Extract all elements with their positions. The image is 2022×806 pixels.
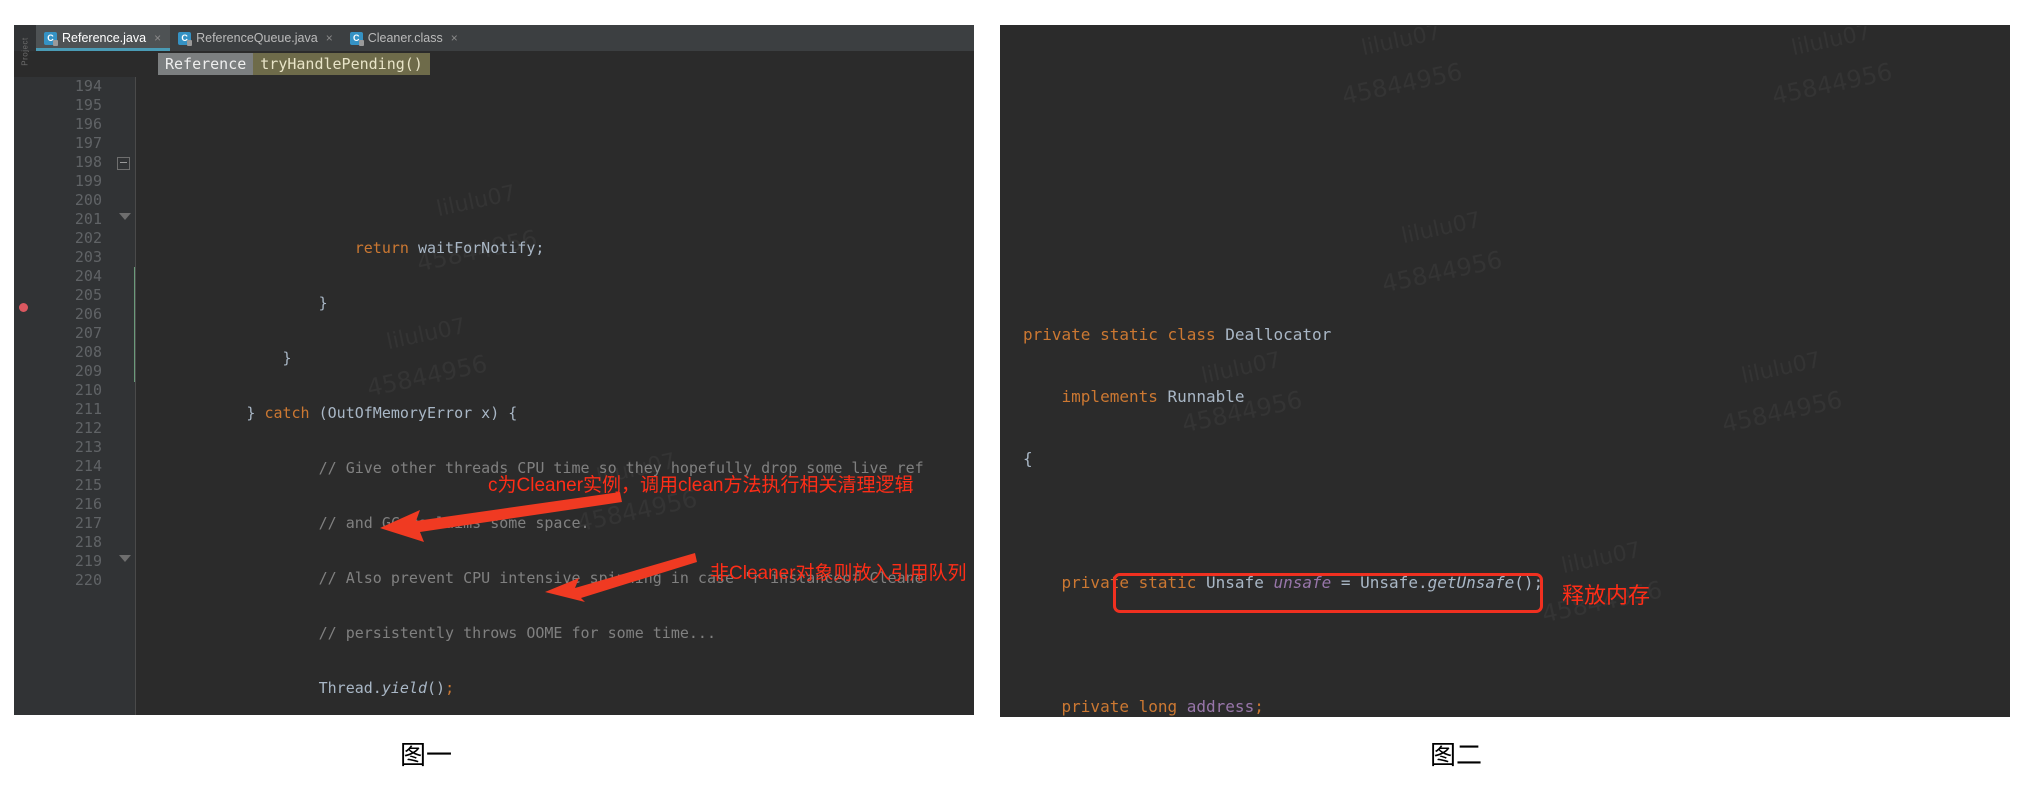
line-number-gutter: 194 195 196 197 198 199 200 201 202 203 … xyxy=(36,77,108,715)
breakpoint-icon[interactable] xyxy=(19,303,28,312)
line-number: 212 xyxy=(74,419,102,437)
watermark-user: lilulu07 xyxy=(1359,26,1443,61)
line-number: 195 xyxy=(74,96,102,114)
editor-tab-referencequeue-java[interactable]: C ReferenceQueue.java × xyxy=(170,25,342,51)
line-number: 199 xyxy=(74,172,102,190)
java-class-icon: C xyxy=(178,31,193,46)
watermark-id: 45844956 xyxy=(1769,58,1894,111)
line-number: 217 xyxy=(74,514,102,532)
code-line: private long address; xyxy=(1061,697,1264,716)
fold-collapse-icon[interactable] xyxy=(117,157,130,170)
line-number: 220 xyxy=(74,571,102,589)
code-line: // and GC reclaims some space. xyxy=(138,514,590,532)
free-memory-note: 释放内存 xyxy=(1562,583,1651,608)
watermark-user: lilulu07 xyxy=(434,181,518,222)
java-class-icon: C xyxy=(44,31,58,46)
watermark-user: lilulu07 xyxy=(1399,208,1483,249)
figure-one-editor-window: Project C Reference.java × C ReferenceQu… xyxy=(14,25,974,715)
screenshot-root: Project C Reference.java × C ReferenceQu… xyxy=(0,0,2022,806)
watermark-user: lilulu07 xyxy=(1739,348,1823,389)
editor-left-strip xyxy=(14,77,36,715)
line-number: 204 xyxy=(74,267,102,285)
line-number: 196 xyxy=(74,115,102,133)
watermark-id: 45844956 xyxy=(1379,246,1504,299)
editor-tabbar: Project C Reference.java × C ReferenceQu… xyxy=(14,25,974,66)
code-line: Thread.yield(); xyxy=(138,679,455,697)
editor-tab-cleaner-class[interactable]: C Cleaner.class × xyxy=(341,25,467,51)
figure-two-caption: 图二 xyxy=(1430,741,1483,771)
code-line: private static Unsafe unsafe = Unsafe.ge… xyxy=(1061,573,1544,592)
code-line: } catch (OutOfMemoryError x) { xyxy=(138,404,518,422)
watermark-user: lilulu07 xyxy=(1789,26,1873,61)
line-number: 213 xyxy=(74,438,102,456)
line-number: 205 xyxy=(74,286,102,304)
watermark-user: lilulu07 xyxy=(1199,348,1283,389)
code-editor-area[interactable]: 194 195 196 197 198 199 200 201 202 203 … xyxy=(14,77,974,715)
code-line: implements Runnable xyxy=(1061,387,1245,406)
watermark-id: 45844956 xyxy=(1339,58,1464,111)
code-text[interactable]: lilulu07 45844956 lilulu07 45844956 lilu… xyxy=(1001,26,2009,716)
line-number: 206 xyxy=(74,305,102,323)
line-number: 202 xyxy=(74,229,102,247)
breadcrumb: Reference tryHandlePending() xyxy=(14,51,974,77)
line-number: 194 xyxy=(74,77,102,95)
java-class-icon: C xyxy=(349,31,364,46)
editor-tab-reference-java[interactable]: C Reference.java × xyxy=(36,25,171,51)
code-line: { xyxy=(1023,449,1033,468)
line-number: 207 xyxy=(74,324,102,342)
line-number: 219 xyxy=(74,552,102,570)
code-line: } xyxy=(138,349,292,367)
line-number: 209 xyxy=(74,362,102,380)
project-tool-strip[interactable]: Project xyxy=(14,25,36,66)
editor-tab-label: Reference.java xyxy=(62,31,147,45)
line-number: 197 xyxy=(74,134,102,152)
line-number: 200 xyxy=(74,191,102,209)
code-text[interactable]: lilulu07 45844956 lilulu07 45844956 lilu… xyxy=(136,77,974,715)
fold-expand-icon[interactable] xyxy=(119,555,131,562)
code-line: // persistently throws OOME for some tim… xyxy=(138,624,716,642)
line-number: 203 xyxy=(74,248,102,266)
fold-expand-icon[interactable] xyxy=(119,213,131,220)
line-number: 211 xyxy=(74,400,102,418)
editor-tab-label: Cleaner.class xyxy=(367,31,443,45)
line-number: 198 xyxy=(74,153,102,171)
line-number: 214 xyxy=(74,457,102,475)
close-icon[interactable]: × xyxy=(451,31,458,45)
figure-one-caption: 图一 xyxy=(400,741,453,771)
code-line: return waitForNotify; xyxy=(354,239,545,257)
close-icon[interactable]: × xyxy=(154,31,161,45)
project-tool-label: Project xyxy=(20,37,30,66)
close-icon[interactable]: × xyxy=(326,31,333,45)
editor-tab-label: ReferenceQueue.java xyxy=(196,31,318,45)
line-number: 215 xyxy=(74,476,102,494)
line-number: 216 xyxy=(74,495,102,513)
figure-two-editor-window: lilulu07 45844956 lilulu07 45844956 lilu… xyxy=(1000,25,2010,717)
line-number: 218 xyxy=(74,533,102,551)
code-line: private static class Deallocator xyxy=(1023,325,1332,344)
breadcrumb-class[interactable]: Reference xyxy=(158,53,254,75)
code-folding-gutter[interactable] xyxy=(108,77,137,715)
reference-queue-note: 非Cleaner对象则放入引用队列 xyxy=(710,563,967,584)
line-number: 210 xyxy=(74,381,102,399)
line-number: 201 xyxy=(74,210,102,228)
code-line: } xyxy=(138,294,328,312)
line-number: 208 xyxy=(74,343,102,361)
breadcrumb-method[interactable]: tryHandlePending() xyxy=(253,53,430,75)
cleaner-instance-note: c为Cleaner实例，调用clean方法执行相关清理逻辑 xyxy=(488,475,914,496)
